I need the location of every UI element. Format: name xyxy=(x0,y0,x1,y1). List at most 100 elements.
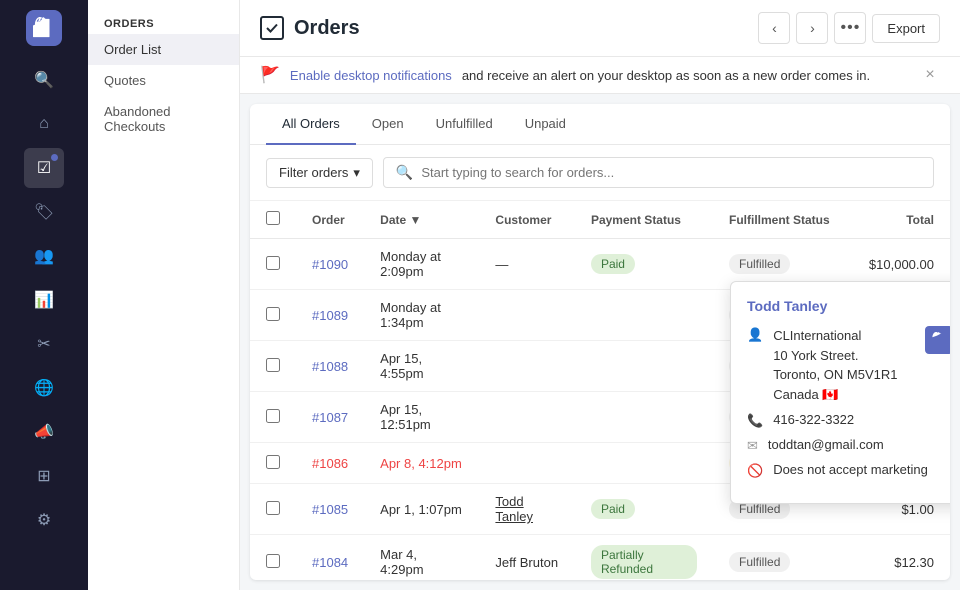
tags-icon[interactable]: 🏷 xyxy=(24,192,64,232)
payment-status-cell xyxy=(575,341,713,392)
analytics-icon[interactable]: 📊 xyxy=(24,280,64,320)
order-date: Monday at 1:34pm xyxy=(364,290,479,341)
row-checkbox[interactable] xyxy=(266,501,280,515)
col-total: Total xyxy=(846,201,950,239)
search-input[interactable] xyxy=(421,165,921,180)
filter-button[interactable]: Filter orders ▾ xyxy=(266,158,373,188)
fulfillment-badge: Fulfilled xyxy=(729,254,790,274)
orders-badge xyxy=(51,154,58,161)
notification-bar: 🚩 Enable desktop notifications and recei… xyxy=(240,57,960,94)
col-payment-status: Payment Status xyxy=(575,201,713,239)
order-link[interactable]: #1086 xyxy=(312,456,348,471)
order-customer xyxy=(479,392,575,443)
order-customer: — xyxy=(479,239,575,290)
order-link[interactable]: #1088 xyxy=(312,359,348,374)
popup-marketing-row: 🚫 Does not accept marketing xyxy=(747,462,950,479)
col-order: Order xyxy=(296,201,364,239)
order-date: Monday at 2:09pm xyxy=(364,239,479,290)
export-button[interactable]: Export xyxy=(872,14,940,43)
tab-all-orders[interactable]: All Orders xyxy=(266,104,356,145)
order-link[interactable]: #1084 xyxy=(312,555,348,570)
payment-badge: Paid xyxy=(591,499,635,519)
address-icon: 👤 xyxy=(747,327,763,343)
nav-section-title: ORDERS xyxy=(88,10,239,34)
tab-unpaid[interactable]: Unpaid xyxy=(509,104,582,145)
marketing-icon[interactable]: 📣 xyxy=(24,412,64,452)
popup-country-row: Canada 🇨🇦 xyxy=(773,385,897,405)
order-customer: Jeff Bruton xyxy=(479,535,575,581)
order-date: Apr 8, 4:12pm xyxy=(364,443,479,484)
customers-icon[interactable]: 👥 xyxy=(24,236,64,276)
header-actions: ‹ › ••• Export xyxy=(758,12,940,44)
nav-item-quotes[interactable]: Quotes xyxy=(88,65,239,96)
main-content: Orders ‹ › ••• Export 🚩 Enable desktop n… xyxy=(240,0,960,590)
notification-close-button[interactable]: × xyxy=(920,65,940,85)
apps-icon[interactable]: ⊞ xyxy=(24,456,64,496)
order-link[interactable]: #1090 xyxy=(312,257,348,272)
order-customer xyxy=(479,341,575,392)
notification-message: and receive an alert on your desktop as … xyxy=(462,68,870,83)
row-checkbox[interactable] xyxy=(266,256,280,270)
payment-status-cell xyxy=(575,392,713,443)
popup-email: toddtan@gmail.com xyxy=(768,437,884,452)
order-link[interactable]: #1089 xyxy=(312,308,348,323)
table-row[interactable]: #1084 Mar 4, 4:29pm Jeff Bruton Partiall… xyxy=(250,535,950,581)
shopify-logo[interactable] xyxy=(26,10,62,46)
forward-button[interactable]: › xyxy=(796,12,828,44)
tab-open[interactable]: Open xyxy=(356,104,420,145)
back-button[interactable]: ‹ xyxy=(758,12,790,44)
col-customer: Customer xyxy=(479,201,575,239)
tools-icon[interactable]: ✂ xyxy=(24,324,64,364)
nav-panel: ORDERS Order List Quotes Abandoned Check… xyxy=(88,0,240,590)
search-box: 🔍 xyxy=(383,157,934,188)
select-all-header xyxy=(250,201,296,239)
nav-item-order-list[interactable]: Order List xyxy=(88,34,239,65)
popup-marketing: Does not accept marketing xyxy=(773,462,928,477)
search-icon[interactable]: 🔍 xyxy=(24,60,64,100)
payment-status-cell xyxy=(575,443,713,484)
payment-badge: Partially Refunded xyxy=(591,545,697,579)
popup-company: CLInternational xyxy=(773,326,897,346)
order-customer[interactable]: Todd Tanley xyxy=(479,484,575,535)
row-checkbox[interactable] xyxy=(266,358,280,372)
fulfillment-badge: Fulfilled xyxy=(729,552,790,572)
notification-link[interactable]: Enable desktop notifications xyxy=(290,68,452,83)
popup-flag: 🇨🇦 xyxy=(822,387,838,402)
filter-chevron-icon: ▾ xyxy=(353,165,360,181)
row-checkbox[interactable] xyxy=(266,409,280,423)
row-checkbox[interactable] xyxy=(266,455,280,469)
nav-item-abandoned-checkouts[interactable]: Abandoned Checkouts xyxy=(88,96,239,142)
orders-check-icon xyxy=(260,16,284,40)
notification-flag-icon: 🚩 xyxy=(260,65,280,85)
order-date: Apr 15, 4:55pm xyxy=(364,341,479,392)
globe-icon[interactable]: 🌐 xyxy=(24,368,64,408)
tab-unfulfilled[interactable]: Unfulfilled xyxy=(420,104,509,145)
order-total: $12.30 xyxy=(846,535,950,581)
popup-customer-name[interactable]: Todd Tanley xyxy=(747,298,950,314)
order-customer xyxy=(479,443,575,484)
tabs-bar: All Orders Open Unfulfilled Unpaid xyxy=(250,104,950,145)
date-sort-icon: ▼ xyxy=(410,213,422,227)
order-date: Apr 1, 1:07pm xyxy=(364,484,479,535)
order-link[interactable]: #1085 xyxy=(312,502,348,517)
marketing-icon: 🚫 xyxy=(747,463,763,479)
popup-address: CLInternational 10 York Street. Toronto,… xyxy=(773,326,897,404)
home-icon[interactable]: ⌂ xyxy=(24,104,64,144)
popup-phone-row: 📞 416-322-3322 xyxy=(747,412,950,429)
settings-icon[interactable]: ⚙ xyxy=(24,500,64,540)
orders-icon[interactable]: ☑ xyxy=(24,148,64,188)
orders-table-container: Order Date ▼ Customer Payment Status Ful… xyxy=(250,201,950,580)
email-icon: ✉ xyxy=(747,438,758,454)
orders-toolbar: Filter orders ▾ 🔍 xyxy=(250,145,950,201)
row-checkbox[interactable] xyxy=(266,307,280,321)
order-customer xyxy=(479,290,575,341)
filter-label: Filter orders xyxy=(279,165,348,180)
select-all-checkbox[interactable] xyxy=(266,211,280,225)
order-link[interactable]: #1087 xyxy=(312,410,348,425)
popup-address-row: 👤 CLInternational 10 York Street. Toront… xyxy=(747,326,950,404)
row-checkbox[interactable] xyxy=(266,554,280,568)
orders-card: All Orders Open Unfulfilled Unpaid Filte… xyxy=(250,104,950,580)
more-button[interactable]: ••• xyxy=(834,12,866,44)
search-icon: 🔍 xyxy=(396,164,413,181)
popup-phone: 416-322-3322 xyxy=(773,412,854,427)
